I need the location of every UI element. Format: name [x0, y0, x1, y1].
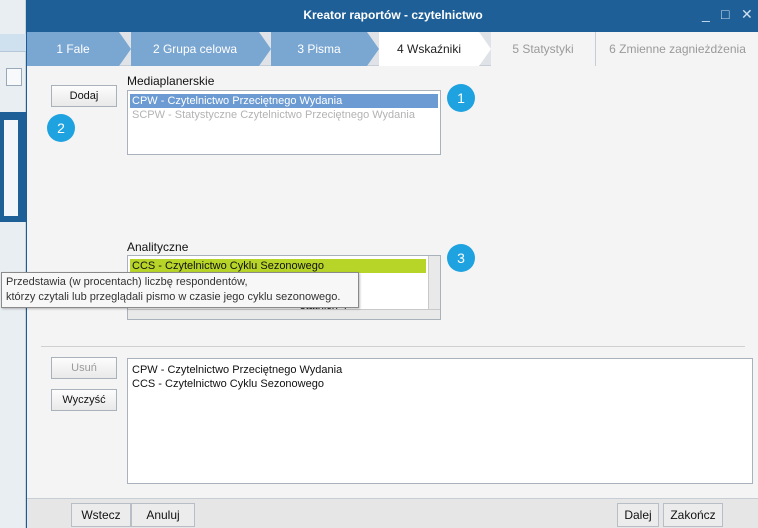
step-grupa-celowa[interactable]: 2 Grupa celowa: [131, 32, 259, 66]
mediaplanerskie-list[interactable]: CPW - Czytelnictwo Przeciętnego Wydania …: [127, 90, 441, 155]
step-label: 5 Statystyki: [512, 42, 574, 56]
back-button[interactable]: Wstecz: [71, 503, 131, 527]
background-icon: [6, 68, 22, 86]
step-label: 4 Wskaźniki: [396, 42, 461, 56]
background-tab: [0, 34, 26, 52]
step-wskazniki[interactable]: 4 Wskaźniki: [379, 32, 479, 66]
next-button[interactable]: Dalej: [617, 503, 659, 527]
selected-item-ccs[interactable]: CCS - Czytelnictwo Cyklu Sezonowego: [130, 377, 750, 391]
tooltip-line: którzy czytali lub przeglądali pismo w c…: [6, 291, 341, 303]
minimize-icon[interactable]: _: [702, 6, 710, 22]
badge-3: 3: [447, 244, 475, 272]
step-label: 1 Fale: [56, 42, 90, 56]
step-label: 6 Zmienne zagnieżdżenia: [609, 42, 746, 56]
step-statystyki[interactable]: 5 Statystyki: [491, 32, 595, 66]
mediaplanerskie-label: Mediaplanerskie: [127, 74, 215, 88]
step-pisma[interactable]: 3 Pisma: [271, 32, 367, 66]
badge-1: 1: [447, 84, 475, 112]
list-item-scpw[interactable]: SCPW - Statystyczne Czytelnictwo Przecię…: [130, 108, 438, 122]
step-separator: [119, 32, 131, 66]
list-item-ccs[interactable]: CCS - Czytelnictwo Cyklu Sezonowego: [130, 259, 426, 273]
window-title: Kreator raportów - czytelnictwo: [303, 8, 483, 22]
selected-indicators-list[interactable]: CPW - Czytelnictwo Przeciętnego Wydania …: [127, 358, 753, 484]
close-icon[interactable]: ✕: [741, 6, 753, 23]
step-separator: [367, 32, 379, 66]
selected-item-cpw[interactable]: CPW - Czytelnictwo Przeciętnego Wydania: [130, 363, 750, 377]
step-separator: [259, 32, 271, 66]
remove-button[interactable]: Usuń: [51, 357, 117, 379]
step-zmienne-zagniezdzenia[interactable]: 6 Zmienne zagnieżdżenia: [596, 32, 758, 66]
add-button[interactable]: Dodaj: [51, 85, 117, 107]
badge-2: 2: [47, 114, 75, 142]
step-separator: [479, 32, 491, 66]
step-label: 3 Pisma: [297, 42, 341, 56]
tooltip-line: Przedstawia (w procentach) liczbę respon…: [6, 276, 248, 288]
clear-button[interactable]: Wyczyść: [51, 389, 117, 411]
tooltip: Przedstawia (w procentach) liczbę respon…: [1, 272, 359, 308]
list-item-cpw[interactable]: CPW - Czytelnictwo Przeciętnego Wydania: [130, 94, 438, 108]
report-wizard-dialog: Kreator raportów - czytelnictwo _ □ ✕ 1 …: [1, 0, 758, 528]
wizard-steps: 1 Fale 2 Grupa celowa 3 Pisma 4 Wskaźnik…: [27, 32, 758, 66]
step-fale[interactable]: 1 Fale: [27, 32, 119, 66]
footer-bar: Wstecz Anuluj Dalej Zakończ: [27, 498, 758, 528]
step-label: 2 Grupa celowa: [152, 42, 238, 56]
cancel-button[interactable]: Anuluj: [131, 503, 195, 527]
finish-button[interactable]: Zakończ: [663, 503, 723, 527]
background-panel: [0, 112, 26, 222]
section-divider: [41, 346, 745, 347]
title-bar: Kreator raportów - czytelnictwo _ □ ✕: [27, 0, 758, 32]
horizontal-scrollbar[interactable]: [128, 309, 440, 319]
maximize-icon[interactable]: □: [721, 6, 729, 22]
analityczne-label: Analityczne: [127, 240, 189, 254]
background-app-strip: [0, 0, 26, 528]
